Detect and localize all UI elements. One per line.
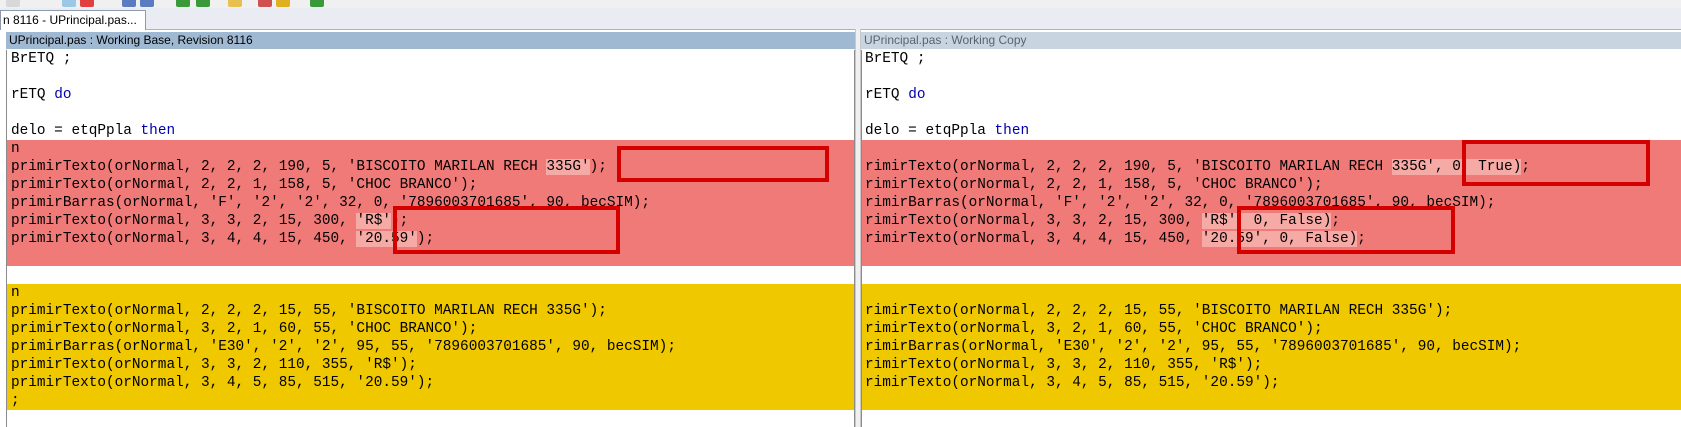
code-text: rETQ	[11, 87, 55, 103]
code-text: primirTexto(orNormal, 2, 2, 1, 158, 5, '…	[11, 177, 478, 193]
code-line[interactable]: primirTexto(orNormal, 3, 2, 1, 60, 55, '…	[7, 320, 854, 338]
code-text: BrETQ ;	[11, 51, 72, 67]
folder-icon[interactable]	[228, 0, 242, 7]
code-line[interactable]: rimirTexto(orNormal, 3, 4, 5, 85, 515, '…	[862, 374, 1681, 392]
next-diff-icon[interactable]	[176, 0, 190, 7]
keyword-token: then	[994, 123, 1030, 139]
code-text: rimirTexto(orNormal, 3, 2, 1, 60, 55, 'C…	[865, 321, 1323, 337]
code-text: primirTexto(orNormal, 2, 2, 2, 190, 5, '…	[11, 159, 547, 175]
right-pane-title: UPrincipal.pas : Working Copy	[861, 32, 1681, 49]
code-line[interactable]: BrETQ ;	[862, 50, 1681, 68]
code-line[interactable]	[862, 284, 1681, 302]
code-line[interactable]	[862, 392, 1681, 410]
code-text: ;	[11, 393, 20, 409]
code-line[interactable]: n	[7, 284, 854, 302]
annotation-box-335g-right	[1462, 140, 1650, 186]
code-text: n	[11, 141, 20, 157]
code-text: rimirTexto(orNormal, 2, 2, 2, 190, 5, 'B…	[865, 159, 1392, 175]
changed-token: 335G'	[546, 159, 590, 175]
code-text: rETQ	[865, 87, 909, 103]
save-icon[interactable]	[80, 0, 94, 7]
open-icon[interactable]	[62, 0, 76, 7]
code-text: primirTexto(orNormal, 2, 2, 2, 15, 55, '…	[11, 303, 607, 319]
code-line[interactable]: delo = etqPpla then	[862, 122, 1681, 140]
code-line[interactable]: delo = etqPpla then	[7, 122, 854, 140]
code-text: rimirTexto(orNormal, 2, 2, 2, 15, 55, 'B…	[865, 303, 1453, 319]
code-text: );	[589, 159, 607, 175]
code-text: primirTexto(orNormal, 3, 4, 4, 15, 450,	[11, 231, 357, 247]
code-text: primirTexto(orNormal, 3, 2, 1, 60, 55, '…	[11, 321, 478, 337]
code-line[interactable]: primirTexto(orNormal, 3, 4, 5, 85, 515, …	[7, 374, 854, 392]
right-diff-pane: UPrincipal.pas : Working Copy BrETQ ; rET…	[861, 32, 1681, 427]
tab-strip: n 8116 - UPrincipal.pas...	[0, 8, 1681, 30]
keyword-token: then	[140, 123, 176, 139]
code-line[interactable]: primirTexto(orNormal, 3, 3, 2, 110, 355,…	[7, 356, 854, 374]
redo-icon[interactable]	[140, 0, 154, 7]
code-line[interactable]: rimirTexto(orNormal, 3, 2, 1, 60, 55, 'C…	[862, 320, 1681, 338]
code-text: primirTexto(orNormal, 3, 4, 5, 85, 515, …	[11, 375, 435, 391]
code-line[interactable]	[862, 68, 1681, 86]
annotation-box-values-left	[393, 206, 620, 254]
undo-icon[interactable]	[122, 0, 136, 7]
code-line[interactable]: BrETQ ;	[7, 50, 854, 68]
code-line[interactable]: primirBarras(orNormal, 'E30', '2', '2', …	[7, 338, 854, 356]
code-text: delo = etqPpla	[11, 123, 141, 139]
code-line[interactable]	[862, 266, 1681, 284]
keyword-token: do	[908, 87, 926, 103]
annotation-box-335g-left	[617, 146, 829, 182]
code-line[interactable]: rimirTexto(orNormal, 3, 3, 2, 110, 355, …	[862, 356, 1681, 374]
merge-alt-icon[interactable]	[276, 0, 290, 7]
code-text: primirTexto(orNormal, 3, 3, 2, 110, 355,…	[11, 357, 417, 373]
code-text: rimirTexto(orNormal, 3, 3, 2, 15, 300,	[865, 213, 1202, 229]
code-line[interactable]	[862, 104, 1681, 122]
keyword-token: do	[54, 87, 72, 103]
left-pane-title: UPrincipal.pas : Working Base, Revision …	[6, 32, 855, 49]
code-text: rimirBarras(orNormal, 'E30', '2', '2', 9…	[865, 339, 1522, 355]
code-text: primirTexto(orNormal, 3, 3, 2, 15, 300,	[11, 213, 357, 229]
left-diff-pane: UPrincipal.pas : Working Base, Revision …	[6, 32, 855, 427]
code-line[interactable]: rETQ do	[7, 86, 854, 104]
prev-diff-icon[interactable]	[196, 0, 210, 7]
code-line[interactable]	[7, 68, 854, 86]
new-icon[interactable]	[6, 0, 20, 7]
code-line[interactable]	[7, 266, 854, 284]
code-text: BrETQ ;	[865, 51, 926, 67]
code-text: primirBarras(orNormal, 'E30', '2', '2', …	[11, 339, 676, 355]
code-text: rimirTexto(orNormal, 3, 3, 2, 110, 355, …	[865, 357, 1263, 373]
code-line[interactable]	[7, 104, 854, 122]
code-line[interactable]: primirTexto(orNormal, 2, 2, 2, 15, 55, '…	[7, 302, 854, 320]
code-line[interactable]: ;	[7, 392, 854, 410]
code-text: rimirTexto(orNormal, 3, 4, 5, 85, 515, '…	[865, 375, 1280, 391]
code-line[interactable]: rimirBarras(orNormal, 'E30', '2', '2', 9…	[862, 338, 1681, 356]
tab-uprincipal-diff[interactable]: n 8116 - UPrincipal.pas...	[0, 10, 146, 30]
changed-token: 'R$'	[356, 213, 391, 229]
annotation-box-values-right	[1237, 206, 1455, 254]
code-line[interactable]: rimirTexto(orNormal, 2, 2, 2, 15, 55, 'B…	[862, 302, 1681, 320]
code-text: delo = etqPpla	[865, 123, 995, 139]
code-line[interactable]: rETQ do	[862, 86, 1681, 104]
merge-icon[interactable]	[258, 0, 272, 7]
code-text: rimirTexto(orNormal, 3, 4, 4, 15, 450,	[865, 231, 1202, 247]
code-text: n	[11, 285, 20, 301]
code-text: rimirTexto(orNormal, 2, 2, 1, 158, 5, 'C…	[865, 177, 1323, 193]
check-icon[interactable]	[310, 0, 324, 7]
